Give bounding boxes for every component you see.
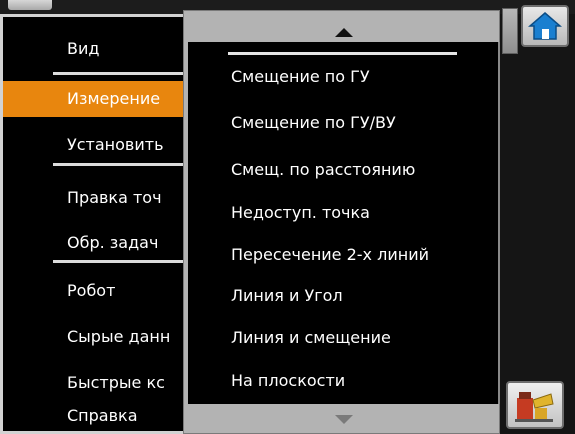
menu-item-edit-points[interactable]: Правка точ bbox=[3, 180, 188, 216]
main-menu: Вид Измерение Установить Правка точ Обр.… bbox=[0, 14, 203, 434]
submenu-item-two-line-intersection[interactable]: Пересечение 2-х линий bbox=[231, 235, 491, 275]
menu-item-label: Сырые данн bbox=[67, 327, 171, 346]
menu-item-label: Справка bbox=[67, 406, 138, 425]
submenu-item-offset-hz-vz[interactable]: Смещение по ГУ/ВУ bbox=[231, 103, 491, 143]
right-panel bbox=[500, 14, 575, 434]
home-icon bbox=[528, 12, 562, 40]
scroll-up-button[interactable] bbox=[326, 24, 362, 38]
top-tab-handle[interactable] bbox=[8, 0, 52, 10]
submenu-edge bbox=[498, 42, 500, 404]
submenu-item-line-and-offset[interactable]: Линия и смещение bbox=[231, 318, 491, 358]
menu-item-label: Правка точ bbox=[67, 188, 162, 207]
submenu-item-distance-offset[interactable]: Смещ. по расстоянию bbox=[231, 150, 491, 190]
menu-item-setup[interactable]: Установить bbox=[3, 127, 188, 163]
menu-item-label: Измерение bbox=[67, 89, 161, 108]
menu-item-quick-codes[interactable]: Быстрые кс bbox=[3, 365, 188, 401]
menu-item-raw-data[interactable]: Сырые данн bbox=[3, 319, 188, 355]
menu-separator bbox=[53, 72, 203, 75]
scroll-down-button[interactable] bbox=[326, 412, 362, 426]
menu-item-help[interactable]: Справка bbox=[3, 398, 188, 434]
menu-item-robot[interactable]: Робот bbox=[3, 273, 188, 309]
menu-item-label: Робот bbox=[67, 281, 116, 300]
menu-item-label: Обр. задач bbox=[67, 233, 159, 252]
chevron-down-icon bbox=[335, 415, 353, 424]
submenu-item-offset-hz[interactable]: Смещение по ГУ bbox=[231, 57, 491, 97]
menu-item-measure[interactable]: Измерение bbox=[3, 81, 188, 117]
menu-item-label: Установить bbox=[67, 135, 164, 154]
menu-item-label: Вид bbox=[67, 39, 100, 58]
submenu-item-on-plane[interactable]: На плоскости bbox=[231, 361, 491, 401]
submenu-separator bbox=[228, 52, 457, 55]
menu-separator bbox=[53, 260, 203, 263]
robot-button[interactable] bbox=[506, 381, 564, 429]
home-button[interactable] bbox=[521, 5, 569, 47]
robot-icon bbox=[515, 392, 554, 422]
menu-item-inverse-tasks[interactable]: Обр. задач bbox=[3, 225, 188, 261]
side-grip[interactable] bbox=[502, 8, 518, 54]
menu-item-view[interactable]: Вид bbox=[3, 31, 188, 67]
menu-item-label: Быстрые кс bbox=[67, 373, 165, 392]
submenu-item-inaccessible-point[interactable]: Недоступ. точка bbox=[231, 193, 491, 233]
submenu-item-line-and-angle[interactable]: Линия и Угол bbox=[231, 276, 491, 316]
menu-separator bbox=[53, 163, 203, 166]
chevron-up-icon bbox=[335, 28, 353, 37]
